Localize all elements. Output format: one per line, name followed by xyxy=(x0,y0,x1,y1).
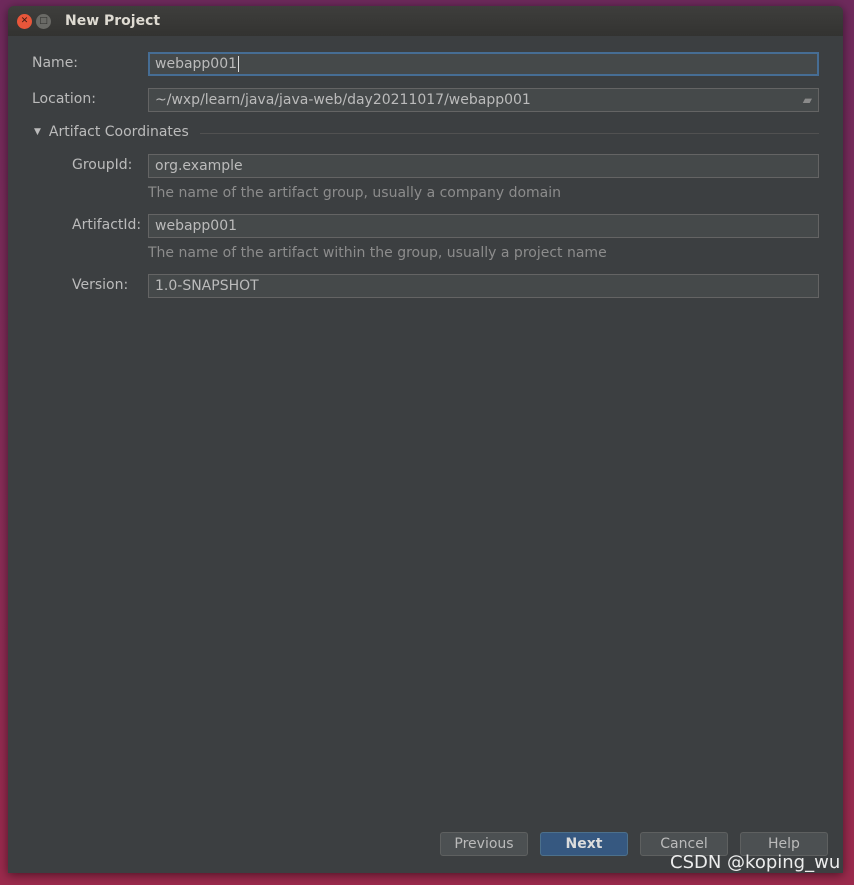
name-label: Name: xyxy=(32,55,79,71)
text-cursor xyxy=(238,56,240,72)
artifact-coordinates-toggle[interactable]: ▼ Artifact Coordinates xyxy=(34,124,189,140)
new-project-dialog: ✕ □ New Project Name: webapp001 Location… xyxy=(8,6,843,873)
name-value: webapp001 xyxy=(155,56,238,72)
triangle-down-icon: ▼ xyxy=(34,127,41,137)
maximize-icon[interactable]: □ xyxy=(36,13,51,29)
location-input[interactable]: ~/wxp/learn/java/java-web/day20211017/we… xyxy=(148,88,819,112)
location-value: ~/wxp/learn/java/java-web/day20211017/we… xyxy=(155,92,531,108)
dialog-title: New Project xyxy=(65,13,161,29)
section-title: Artifact Coordinates xyxy=(48,124,189,140)
name-input[interactable]: webapp001 xyxy=(148,52,819,76)
folder-icon[interactable]: ▰ xyxy=(803,92,812,108)
section-divider xyxy=(200,133,819,134)
location-label: Location: xyxy=(32,91,96,107)
title-bar: ✕ □ New Project xyxy=(8,6,843,36)
next-button[interactable]: Next xyxy=(540,832,628,856)
close-icon[interactable]: ✕ xyxy=(17,13,32,29)
version-label: Version: xyxy=(72,277,129,293)
watermark: CSDN @koping_wu xyxy=(670,852,841,873)
previous-button[interactable]: Previous xyxy=(440,832,528,856)
artifactid-label: ArtifactId: xyxy=(72,217,142,233)
artifactid-hint: The name of the artifact within the grou… xyxy=(148,245,607,261)
groupid-input[interactable]: org.example xyxy=(148,154,819,178)
version-input[interactable]: 1.0-SNAPSHOT xyxy=(148,274,819,298)
groupid-label: GroupId: xyxy=(72,157,133,173)
artifactid-input[interactable]: webapp001 xyxy=(148,214,819,238)
groupid-hint: The name of the artifact group, usually … xyxy=(148,185,561,201)
